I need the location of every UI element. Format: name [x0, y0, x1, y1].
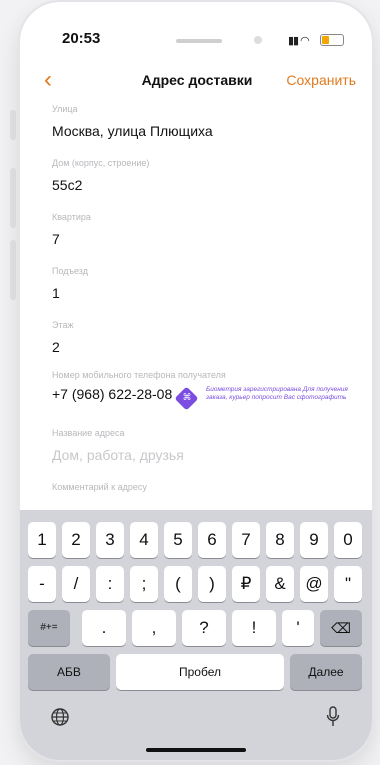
key-0[interactable]: 0 [334, 522, 362, 558]
phone-label: Номер мобильного телефона получателя [52, 370, 226, 380]
key-7[interactable]: 7 [232, 522, 260, 558]
status-time: 20:53 [62, 30, 101, 47]
key-colon[interactable]: : [96, 566, 124, 602]
entrance-field[interactable]: Подъезд 1 [52, 266, 352, 301]
signal-wifi-icon: ▮▮ ◠ [288, 35, 310, 47]
key-2[interactable]: 2 [62, 522, 90, 558]
key-question[interactable]: ? [182, 610, 226, 646]
apartment-value[interactable]: 7 [52, 231, 352, 247]
home-indicator[interactable] [146, 748, 246, 752]
key-next[interactable]: Далее [290, 654, 362, 690]
key-4[interactable]: 4 [130, 522, 158, 558]
key-dash[interactable]: - [28, 566, 56, 602]
street-label: Улица [52, 104, 78, 114]
key-space[interactable]: Пробел [116, 654, 284, 690]
battery-icon [320, 34, 344, 46]
status-bar: 20:53 ▮▮ ◠ [20, 2, 372, 60]
navigation-bar: ‹ Адрес доставки Сохранить [20, 64, 372, 100]
floor-value[interactable]: 2 [52, 339, 352, 355]
street-value[interactable]: Москва, улица Плющиха [52, 123, 352, 139]
keyboard: 1 2 3 4 5 6 7 8 9 0 - / : ; ( ) ₽ & @ " … [20, 510, 372, 760]
key-abc[interactable]: АБВ [28, 654, 110, 690]
microphone-icon[interactable] [326, 706, 340, 728]
house-field[interactable]: Дом (корпус, строение) 55с2 [52, 158, 352, 193]
key-5[interactable]: 5 [164, 522, 192, 558]
silent-switch [10, 110, 16, 140]
key-slash[interactable]: / [62, 566, 90, 602]
house-label: Дом (корпус, строение) [52, 158, 150, 168]
key-semicolon[interactable]: ; [130, 566, 158, 602]
globe-icon[interactable] [50, 707, 70, 727]
volume-up-button [10, 168, 16, 228]
face-id-icon: ⌘ [182, 392, 192, 402]
key-8[interactable]: 8 [266, 522, 294, 558]
address-name-input[interactable]: Дом, работа, друзья [52, 447, 352, 463]
key-quote[interactable]: " [334, 566, 362, 602]
floor-label: Этаж [52, 320, 74, 330]
speaker-grill [176, 39, 222, 43]
save-button[interactable]: Сохранить [286, 72, 356, 88]
volume-down-button [10, 240, 16, 300]
key-3[interactable]: 3 [96, 522, 124, 558]
key-close-paren[interactable]: ) [198, 566, 226, 602]
key-ampersand[interactable]: & [266, 566, 294, 602]
comment-label: Комментарий к адресу [52, 482, 147, 492]
phone-frame: 20:53 ▮▮ ◠ ‹ Адрес доставки Сохранить Ул… [20, 2, 372, 760]
key-ruble[interactable]: ₽ [232, 566, 260, 602]
apartment-label: Квартира [52, 212, 91, 222]
key-comma[interactable]: , [132, 610, 176, 646]
back-chevron-icon[interactable]: ‹ [44, 68, 52, 92]
key-apostrophe[interactable]: ' [282, 610, 314, 646]
key-1[interactable]: 1 [28, 522, 56, 558]
front-camera [254, 36, 262, 44]
key-exclamation[interactable]: ! [232, 610, 276, 646]
key-9[interactable]: 9 [300, 522, 328, 558]
street-field[interactable]: Улица Москва, улица Плющиха [52, 104, 352, 139]
address-form: Улица Москва, улица Плющиха Дом (корпус,… [20, 100, 372, 510]
biometrics-badge: ⌘ Биометрия зарегистрирована Для получен… [174, 386, 356, 412]
comment-field[interactable]: Комментарий к адресу [52, 482, 352, 501]
biometrics-text: Биометрия зарегистрирована Для получения… [206, 386, 348, 401]
key-6[interactable]: 6 [198, 522, 226, 558]
key-open-paren[interactable]: ( [164, 566, 192, 602]
page-title: Адрес доставки [141, 72, 253, 88]
house-value[interactable]: 55с2 [52, 177, 352, 193]
phone-field[interactable]: Номер мобильного телефона получателя +7 … [52, 370, 226, 402]
address-name-field[interactable]: Название адреса Дом, работа, друзья [52, 428, 352, 463]
apartment-field[interactable]: Квартира 7 [52, 212, 352, 247]
entrance-value[interactable]: 1 [52, 285, 352, 301]
key-symbols-toggle[interactable]: #+= [28, 610, 70, 646]
phone-value[interactable]: +7 (968) 622-28-08 [52, 386, 192, 402]
floor-field[interactable]: Этаж 2 [52, 320, 352, 355]
backspace-icon[interactable]: ⌫ [320, 610, 362, 646]
entrance-label: Подъезд [52, 266, 88, 276]
key-at[interactable]: @ [300, 566, 328, 602]
address-name-label: Название адреса [52, 428, 125, 438]
key-period[interactable]: . [82, 610, 126, 646]
